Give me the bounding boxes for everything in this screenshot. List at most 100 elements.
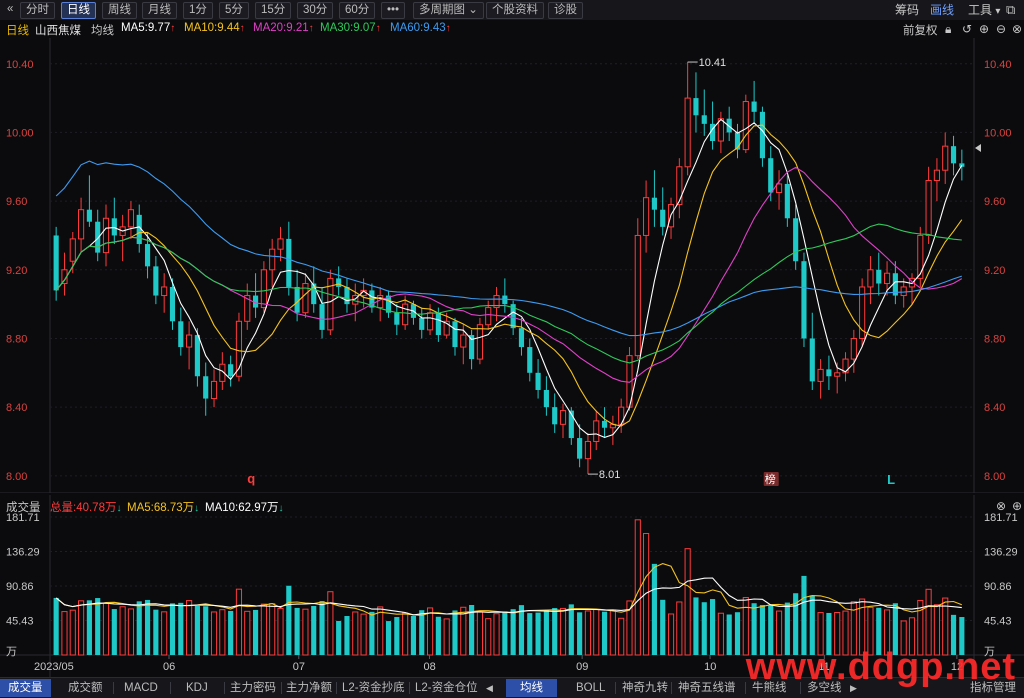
zoom-out-icon[interactable]: ⊖ bbox=[996, 22, 1006, 36]
candle-body-down bbox=[336, 278, 342, 287]
draw-line-button[interactable]: 画线 bbox=[930, 2, 954, 18]
watermark: www.ddgp.net bbox=[745, 646, 1016, 688]
volume-bar-down bbox=[518, 605, 525, 655]
price-tick-label-left: 8.40 bbox=[6, 402, 27, 414]
volume-bar-up bbox=[352, 611, 359, 656]
period-tab-1min[interactable]: 1分 bbox=[183, 2, 213, 19]
period-tab-monthly[interactable]: 月线 bbox=[142, 2, 177, 19]
multi-period-dropdown[interactable]: 多周期图 ⌄ bbox=[413, 2, 484, 19]
lock-icon[interactable]: 🔒︎ bbox=[945, 22, 951, 37]
date-tick-label: 2023/05 bbox=[34, 661, 74, 673]
candle-body-up bbox=[210, 380, 218, 400]
date-tick-label: 09 bbox=[576, 661, 588, 673]
period-tab-60min[interactable]: 60分 bbox=[339, 2, 376, 19]
tab-main-force-code[interactable]: 主力密码 bbox=[230, 680, 276, 696]
volume-bar-down bbox=[651, 563, 657, 655]
candle-body-down bbox=[701, 115, 707, 124]
double-chevron-left-icon[interactable]: « bbox=[2, 2, 18, 17]
volume-bar-down bbox=[527, 613, 533, 655]
tab-volume[interactable]: 成交量 bbox=[0, 679, 51, 697]
close-icon[interactable]: ⊗ bbox=[1012, 22, 1022, 36]
candle-body-up bbox=[676, 166, 683, 206]
tab-kdj[interactable]: KDJ bbox=[186, 680, 208, 696]
volume-tick-label-left: 45.43 bbox=[6, 615, 34, 627]
candle-body-up bbox=[476, 324, 483, 360]
period-tab-30min[interactable]: 30分 bbox=[297, 2, 334, 19]
price-chart[interactable]: 10.40 10.00 9.60 9.20 8.80 8.40 8.00 10.40 10.0… bbox=[0, 38, 1024, 493]
volume-bar-down bbox=[419, 610, 425, 655]
volume-bar-down bbox=[510, 609, 516, 655]
high-label: 10.41 bbox=[699, 57, 727, 69]
restore-window-icon[interactable]: ⧉ bbox=[1006, 2, 1015, 18]
volume-bar-up bbox=[127, 608, 135, 656]
candle-body-up bbox=[684, 97, 691, 168]
indicator-info-row: 日线 山西焦煤 均线 MA5:9.77↑ MA10:9.44↑ MA20:9.2… bbox=[0, 20, 1024, 38]
volume-bar-up bbox=[493, 613, 500, 656]
price-tick-label-left: 8.00 bbox=[6, 471, 27, 483]
candle-body-up bbox=[69, 238, 76, 262]
candle-body-up bbox=[593, 420, 600, 442]
candle-body-down bbox=[178, 321, 184, 348]
tools-dropdown[interactable]: 工具 ▾ bbox=[968, 2, 1000, 18]
ma5-line bbox=[55, 118, 963, 438]
candle-body-down bbox=[228, 364, 234, 377]
ma-mode-label[interactable]: 均线 bbox=[91, 22, 114, 38]
ma60-value: MA60:9.43↑ bbox=[390, 22, 451, 34]
ma10-value: MA10:9.44↑ bbox=[184, 22, 245, 34]
volume-tick-label-right: 45.43 bbox=[984, 615, 1012, 627]
volume-bar-up bbox=[119, 606, 126, 656]
period-tab-weekly[interactable]: 周线 bbox=[102, 2, 137, 19]
volume-bar-up bbox=[186, 600, 193, 656]
tab-boll[interactable]: BOLL bbox=[576, 680, 605, 696]
candle-body-up bbox=[925, 180, 932, 236]
adjust-mode-button[interactable]: 前复权 bbox=[903, 22, 938, 38]
diagnose-button[interactable]: 诊股 bbox=[548, 2, 583, 19]
candle-body-up bbox=[834, 372, 841, 377]
candle-body-down bbox=[793, 218, 799, 262]
candle-body-up bbox=[161, 286, 168, 297]
candle-body-down bbox=[801, 261, 807, 339]
zoom-in-icon[interactable]: ⊕ bbox=[979, 22, 989, 36]
chips-button[interactable]: 筹码 bbox=[895, 2, 919, 18]
multi-period-label: 多周期图 bbox=[419, 4, 465, 16]
tab-divider bbox=[113, 682, 114, 694]
volume-bar-up bbox=[161, 611, 168, 656]
volume-bar-up bbox=[327, 591, 334, 656]
period-tab-15min[interactable]: 15分 bbox=[255, 2, 292, 19]
tab-main-force-net[interactable]: 主力净额 bbox=[286, 680, 332, 696]
stock-name: 山西焦煤 bbox=[35, 25, 81, 37]
candle-body-up bbox=[817, 368, 824, 382]
more-button[interactable]: ••• bbox=[381, 2, 406, 19]
period-tab-daily[interactable]: 日线 bbox=[61, 2, 96, 19]
price-axis-left: 10.40 10.00 9.60 9.20 8.80 8.40 8.00 bbox=[6, 59, 34, 483]
volume-bar-down bbox=[502, 611, 508, 655]
volume-bar-down bbox=[319, 601, 325, 655]
tab-l2-bottom[interactable]: L2-资金抄底 bbox=[342, 680, 405, 696]
date-tick-label: 07 bbox=[293, 661, 305, 673]
volume-bar-up bbox=[402, 612, 409, 656]
tab-ma[interactable]: 均线 bbox=[506, 679, 557, 697]
tab-l2-position[interactable]: L2-资金仓位 bbox=[415, 680, 478, 696]
candle-body-up bbox=[584, 440, 592, 460]
tab-macd[interactable]: MACD bbox=[124, 680, 158, 696]
date-tick-label: 08 bbox=[423, 661, 435, 673]
volume-tick-label-right: 90.86 bbox=[984, 581, 1012, 593]
ma10-line bbox=[55, 124, 963, 427]
chevron-down-icon: ⌄ bbox=[468, 4, 478, 16]
candle-body-up bbox=[634, 234, 641, 357]
candle-body-down bbox=[319, 304, 325, 330]
period-tab-fenshi[interactable]: 分时 bbox=[20, 2, 55, 19]
volume-bar-down bbox=[660, 599, 666, 655]
undo-icon[interactable]: ↺ bbox=[962, 22, 972, 36]
tab-turnover[interactable]: 成交额 bbox=[68, 680, 103, 696]
current-price-pointer bbox=[975, 144, 981, 152]
volume-bar-down bbox=[452, 610, 458, 655]
ma20-value: MA20:9.21↑ bbox=[253, 22, 314, 34]
stock-info-button[interactable]: 个股资料 bbox=[486, 2, 544, 19]
candle-body-up bbox=[102, 217, 110, 254]
period-tab-5min[interactable]: 5分 bbox=[219, 2, 249, 19]
tab-scroll-right-icon[interactable]: ◀ bbox=[486, 680, 493, 696]
tab-magic-nine[interactable]: 神奇九转 bbox=[622, 680, 668, 696]
tab-magic-five[interactable]: 神奇五线谱 bbox=[678, 680, 736, 696]
arrow-up-icon: ↑ bbox=[375, 23, 381, 34]
